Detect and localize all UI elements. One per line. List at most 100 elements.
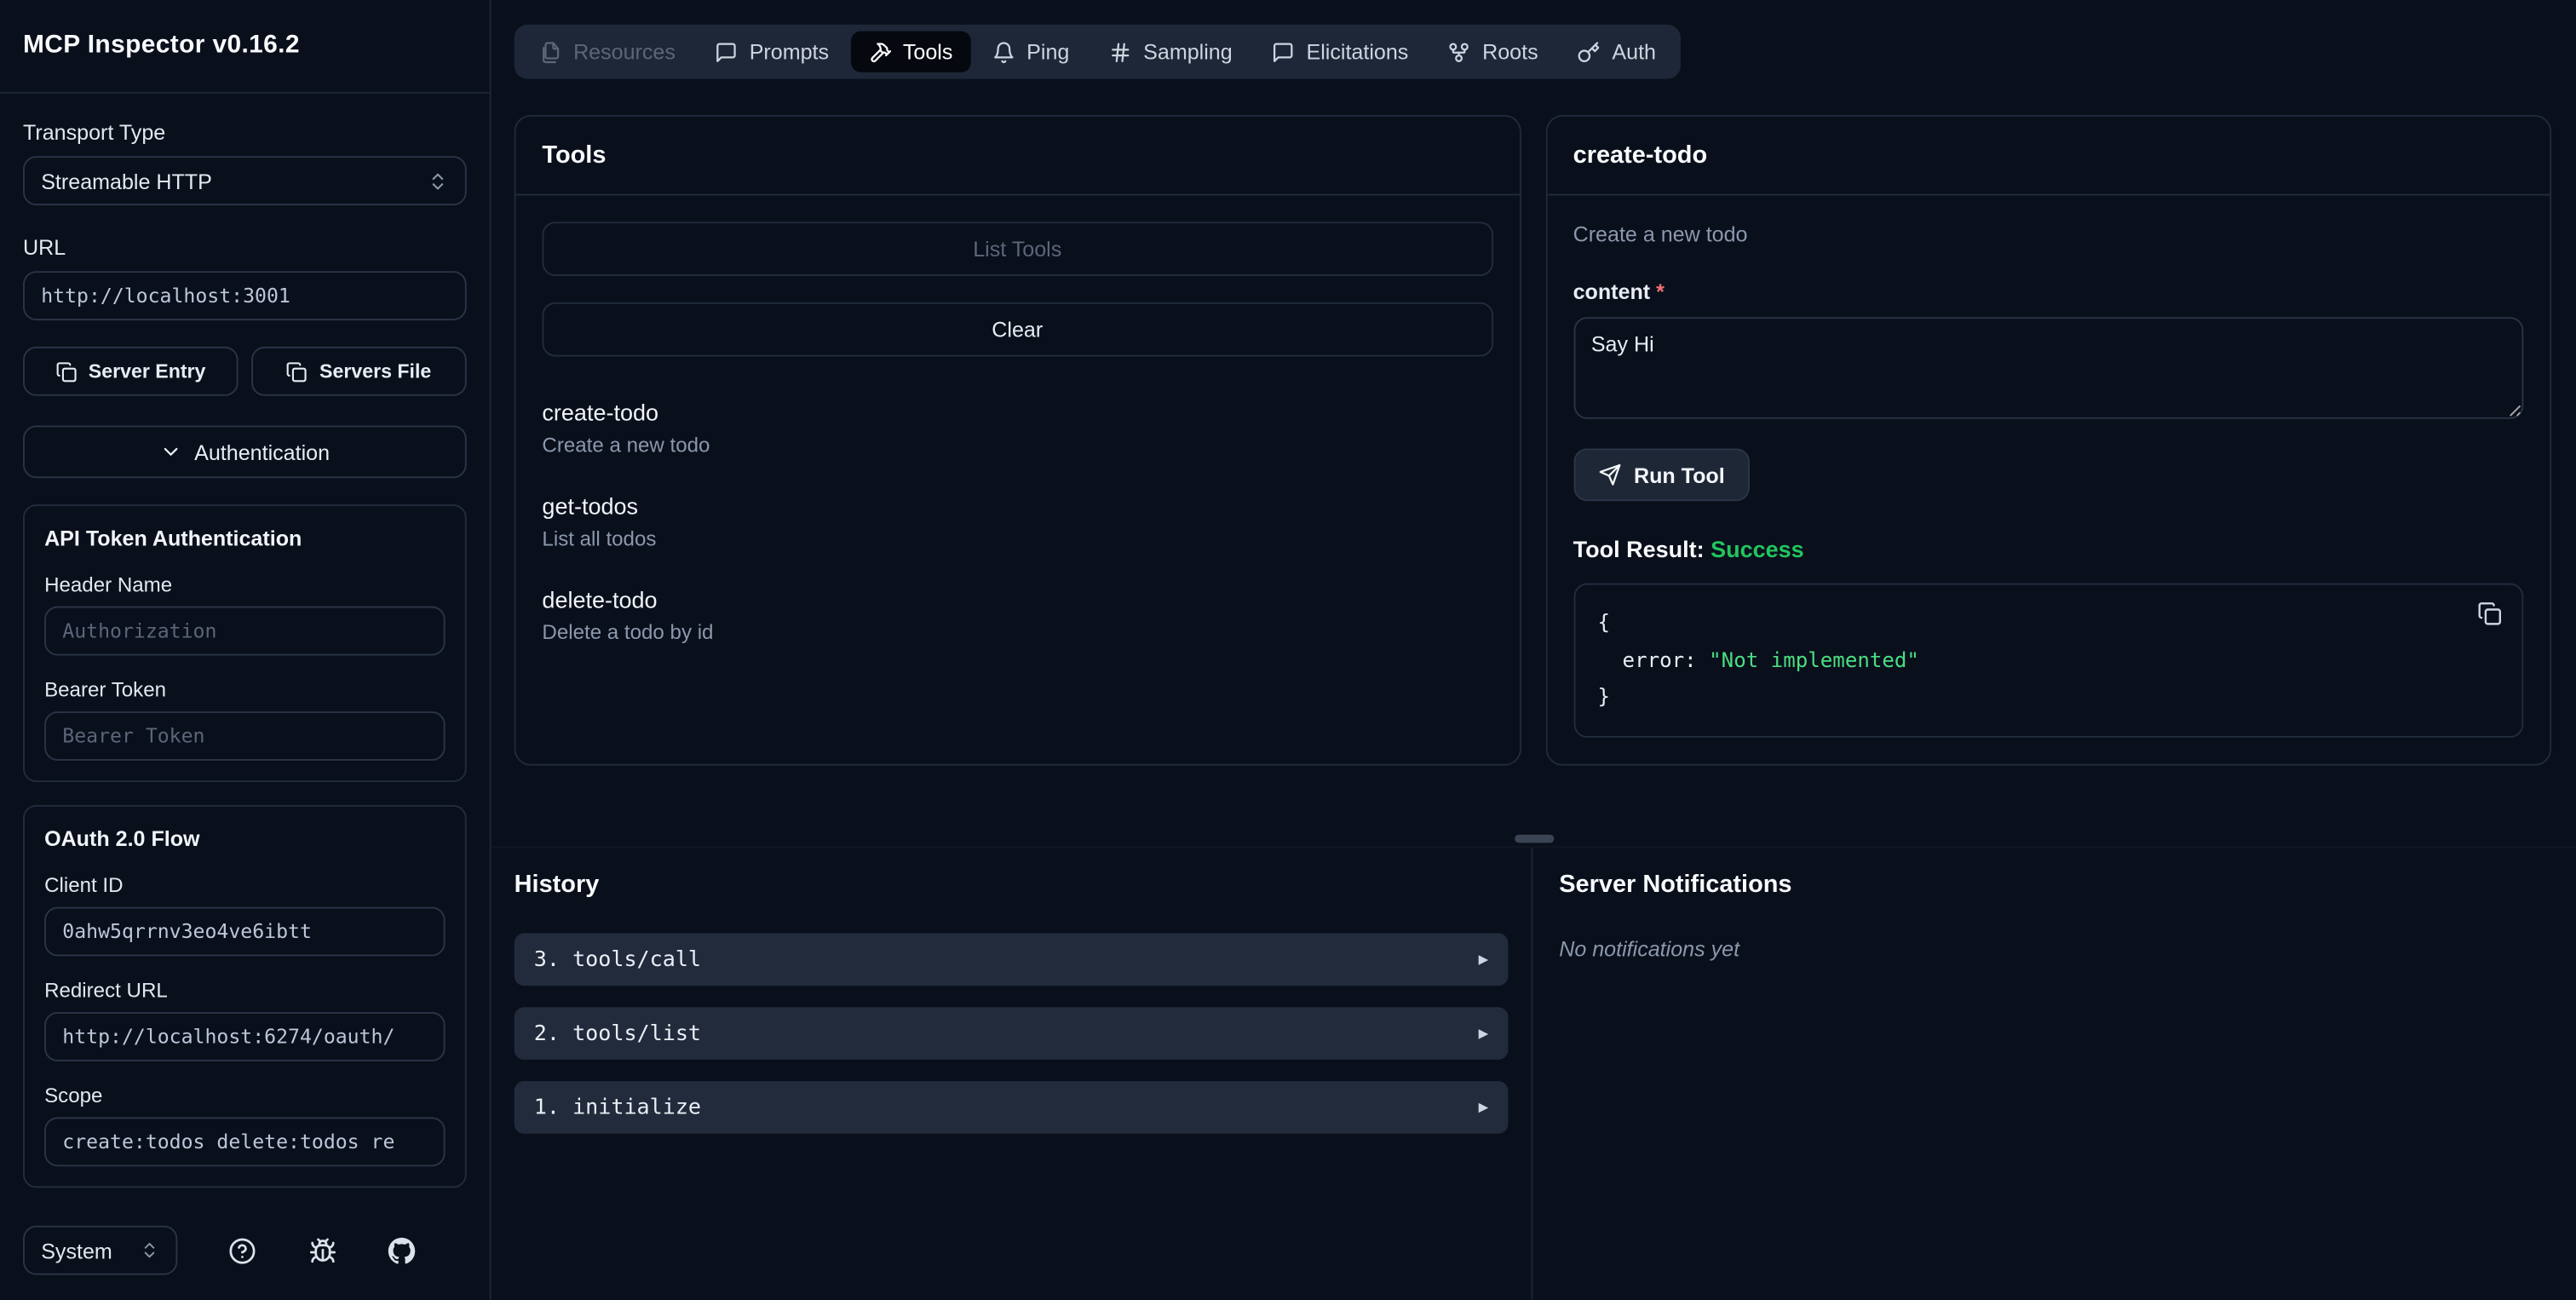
tool-result-label: Tool Result: bbox=[1573, 535, 1705, 562]
history-item-label: 2. tools/list bbox=[533, 1021, 702, 1046]
chevron-down-icon bbox=[160, 440, 183, 463]
tab-label: Roots bbox=[1482, 39, 1538, 65]
notifications-empty-text: No notifications yet bbox=[1559, 936, 1740, 962]
tool-description: Create a new todo bbox=[542, 434, 710, 457]
tool-detail-title: create-todo bbox=[1573, 141, 1708, 170]
client-id-input[interactable] bbox=[44, 906, 446, 957]
tool-result-status: Success bbox=[1711, 535, 1804, 562]
chevrons-up-down-icon bbox=[140, 1240, 159, 1260]
key-icon bbox=[1578, 40, 1601, 63]
history-item-label: 3. tools/call bbox=[533, 946, 702, 972]
oauth-card: OAuth 2.0 Flow Client ID Redirect URL Sc… bbox=[22, 804, 467, 1188]
tab-auth[interactable]: Auth bbox=[1560, 32, 1675, 72]
history-panel: History 3. tools/call ▶ 2. tools/list ▶ … bbox=[492, 848, 1532, 1299]
code-line: { bbox=[1597, 609, 1611, 635]
history-item-label: 1. initialize bbox=[533, 1095, 702, 1120]
server-notifications-panel: Server Notifications No notifications ye… bbox=[1532, 848, 2576, 1299]
tab-sampling[interactable]: Sampling bbox=[1090, 32, 1250, 72]
required-marker: * bbox=[1656, 279, 1665, 304]
authentication-toggle-label: Authentication bbox=[194, 439, 331, 464]
pane-splitter bbox=[492, 766, 2576, 847]
copy-icon bbox=[286, 360, 308, 382]
main-area: Resources Prompts Tools Ping Sampling El… bbox=[492, 0, 2576, 1300]
tools-panel-body: List Tools Clear create-todo Create a ne… bbox=[516, 195, 1519, 763]
authentication-toggle[interactable]: Authentication bbox=[22, 425, 467, 479]
redirect-url-input[interactable] bbox=[44, 1012, 446, 1061]
history-title: History bbox=[514, 871, 600, 899]
send-icon bbox=[1598, 463, 1621, 486]
client-id-label: Client ID bbox=[44, 874, 124, 897]
tool-name: get-todos bbox=[542, 492, 639, 520]
tab-resources[interactable]: Resources bbox=[520, 32, 693, 72]
url-input[interactable] bbox=[22, 271, 467, 321]
code-key: error: bbox=[1622, 646, 1697, 671]
content-field-label-text: content bbox=[1573, 279, 1651, 304]
server-notifications-title: Server Notifications bbox=[1559, 871, 1792, 899]
oauth-title: OAuth 2.0 Flow bbox=[44, 826, 200, 851]
sidebar-body: Transport Type Streamable HTTP URL Serve… bbox=[0, 94, 490, 1206]
tool-result-line: Tool Result: Success bbox=[1573, 536, 2524, 562]
footer-icons bbox=[177, 1236, 466, 1264]
code-string-value: "Not implemented" bbox=[1709, 646, 1919, 671]
mcp-inspector-app: MCP Inspector v0.16.2 Transport Type Str… bbox=[0, 0, 2576, 1300]
api-token-title: API Token Authentication bbox=[44, 526, 302, 551]
tab-bar: Resources Prompts Tools Ping Sampling El… bbox=[514, 24, 1681, 79]
tool-detail-header: create-todo bbox=[1546, 117, 2550, 196]
server-entry-button[interactable]: Server Entry bbox=[22, 346, 239, 396]
tools-panel-title: Tools bbox=[542, 141, 607, 170]
help-icon[interactable] bbox=[229, 1236, 257, 1264]
expand-arrow-icon: ▶ bbox=[1478, 950, 1489, 969]
tab-tools[interactable]: Tools bbox=[850, 31, 971, 72]
theme-select[interactable]: System bbox=[22, 1225, 178, 1275]
history-list: 3. tools/call ▶ 2. tools/list ▶ 1. initi… bbox=[514, 933, 1509, 1134]
servers-file-button[interactable]: Servers File bbox=[251, 346, 467, 396]
tools-panel-header: Tools bbox=[515, 117, 1519, 196]
tab-elicitations[interactable]: Elicitations bbox=[1254, 32, 1427, 72]
tool-detail-panel: create-todo Create a new todo content * … bbox=[1544, 115, 2552, 766]
tool-description: Delete a todo by id bbox=[542, 620, 714, 644]
tools-panel: Tools List Tools Clear create-todo Creat… bbox=[514, 115, 1521, 766]
roots-tree-icon bbox=[1448, 40, 1471, 63]
transport-type-value: Streamable HTTP bbox=[41, 168, 212, 193]
tab-roots[interactable]: Roots bbox=[1429, 32, 1555, 72]
transport-type-label: Transport Type bbox=[22, 119, 166, 145]
sidebar: MCP Inspector v0.16.2 Transport Type Str… bbox=[0, 0, 492, 1300]
expand-arrow-icon: ▶ bbox=[1478, 1098, 1489, 1117]
header-name-input[interactable] bbox=[44, 606, 446, 656]
scope-input[interactable] bbox=[44, 1117, 446, 1167]
tab-label: Resources bbox=[573, 39, 676, 65]
tab-label: Auth bbox=[1612, 39, 1656, 65]
history-item-tools-call[interactable]: 3. tools/call ▶ bbox=[514, 933, 1509, 987]
header-name-label: Header Name bbox=[44, 573, 173, 597]
tab-ping[interactable]: Ping bbox=[974, 32, 1087, 72]
list-tools-button[interactable]: List Tools bbox=[542, 221, 1493, 276]
copy-result-icon[interactable] bbox=[2477, 601, 2502, 626]
bearer-token-input[interactable] bbox=[44, 711, 446, 761]
history-item-initialize[interactable]: 1. initialize ▶ bbox=[514, 1081, 1509, 1134]
bug-icon[interactable] bbox=[308, 1236, 336, 1264]
top-row: Tools List Tools Clear create-todo Creat… bbox=[492, 79, 2576, 766]
tool-list-item-get-todos[interactable]: get-todos List all todos bbox=[542, 493, 1492, 551]
tool-detail-body: Create a new todo content * Say Hi Run T… bbox=[1547, 195, 2550, 763]
tool-list-item-create-todo[interactable]: create-todo Create a new todo bbox=[542, 400, 1492, 457]
transport-type-select[interactable]: Streamable HTTP bbox=[22, 156, 467, 206]
bearer-token-label: Bearer Token bbox=[44, 678, 167, 702]
tool-list-item-delete-todo[interactable]: delete-todo Delete a todo by id bbox=[542, 587, 1492, 644]
theme-select-value: System bbox=[41, 1238, 112, 1263]
tab-label: Sampling bbox=[1143, 39, 1233, 65]
clear-button[interactable]: Clear bbox=[542, 302, 1493, 357]
bottom-row: History 3. tools/call ▶ 2. tools/list ▶ … bbox=[492, 846, 2576, 1300]
github-icon[interactable] bbox=[388, 1236, 416, 1264]
splitter-grip-handle[interactable] bbox=[1514, 834, 1554, 843]
sidebar-header: MCP Inspector v0.16.2 bbox=[0, 0, 490, 94]
history-item-tools-list[interactable]: 2. tools/list ▶ bbox=[514, 1007, 1509, 1060]
tool-list: create-todo Create a new todo get-todos … bbox=[542, 400, 1492, 644]
run-tool-button[interactable]: Run Tool bbox=[1573, 448, 1750, 502]
tool-description: List all todos bbox=[542, 527, 657, 551]
content-textarea[interactable]: Say Hi bbox=[1573, 317, 2524, 419]
tab-prompts[interactable]: Prompts bbox=[697, 32, 847, 72]
tool-detail-description: Create a new todo bbox=[1573, 221, 1748, 247]
redirect-url-label: Redirect URL bbox=[44, 979, 168, 1003]
tab-label: Ping bbox=[1026, 39, 1070, 65]
tab-label: Prompts bbox=[749, 39, 830, 65]
